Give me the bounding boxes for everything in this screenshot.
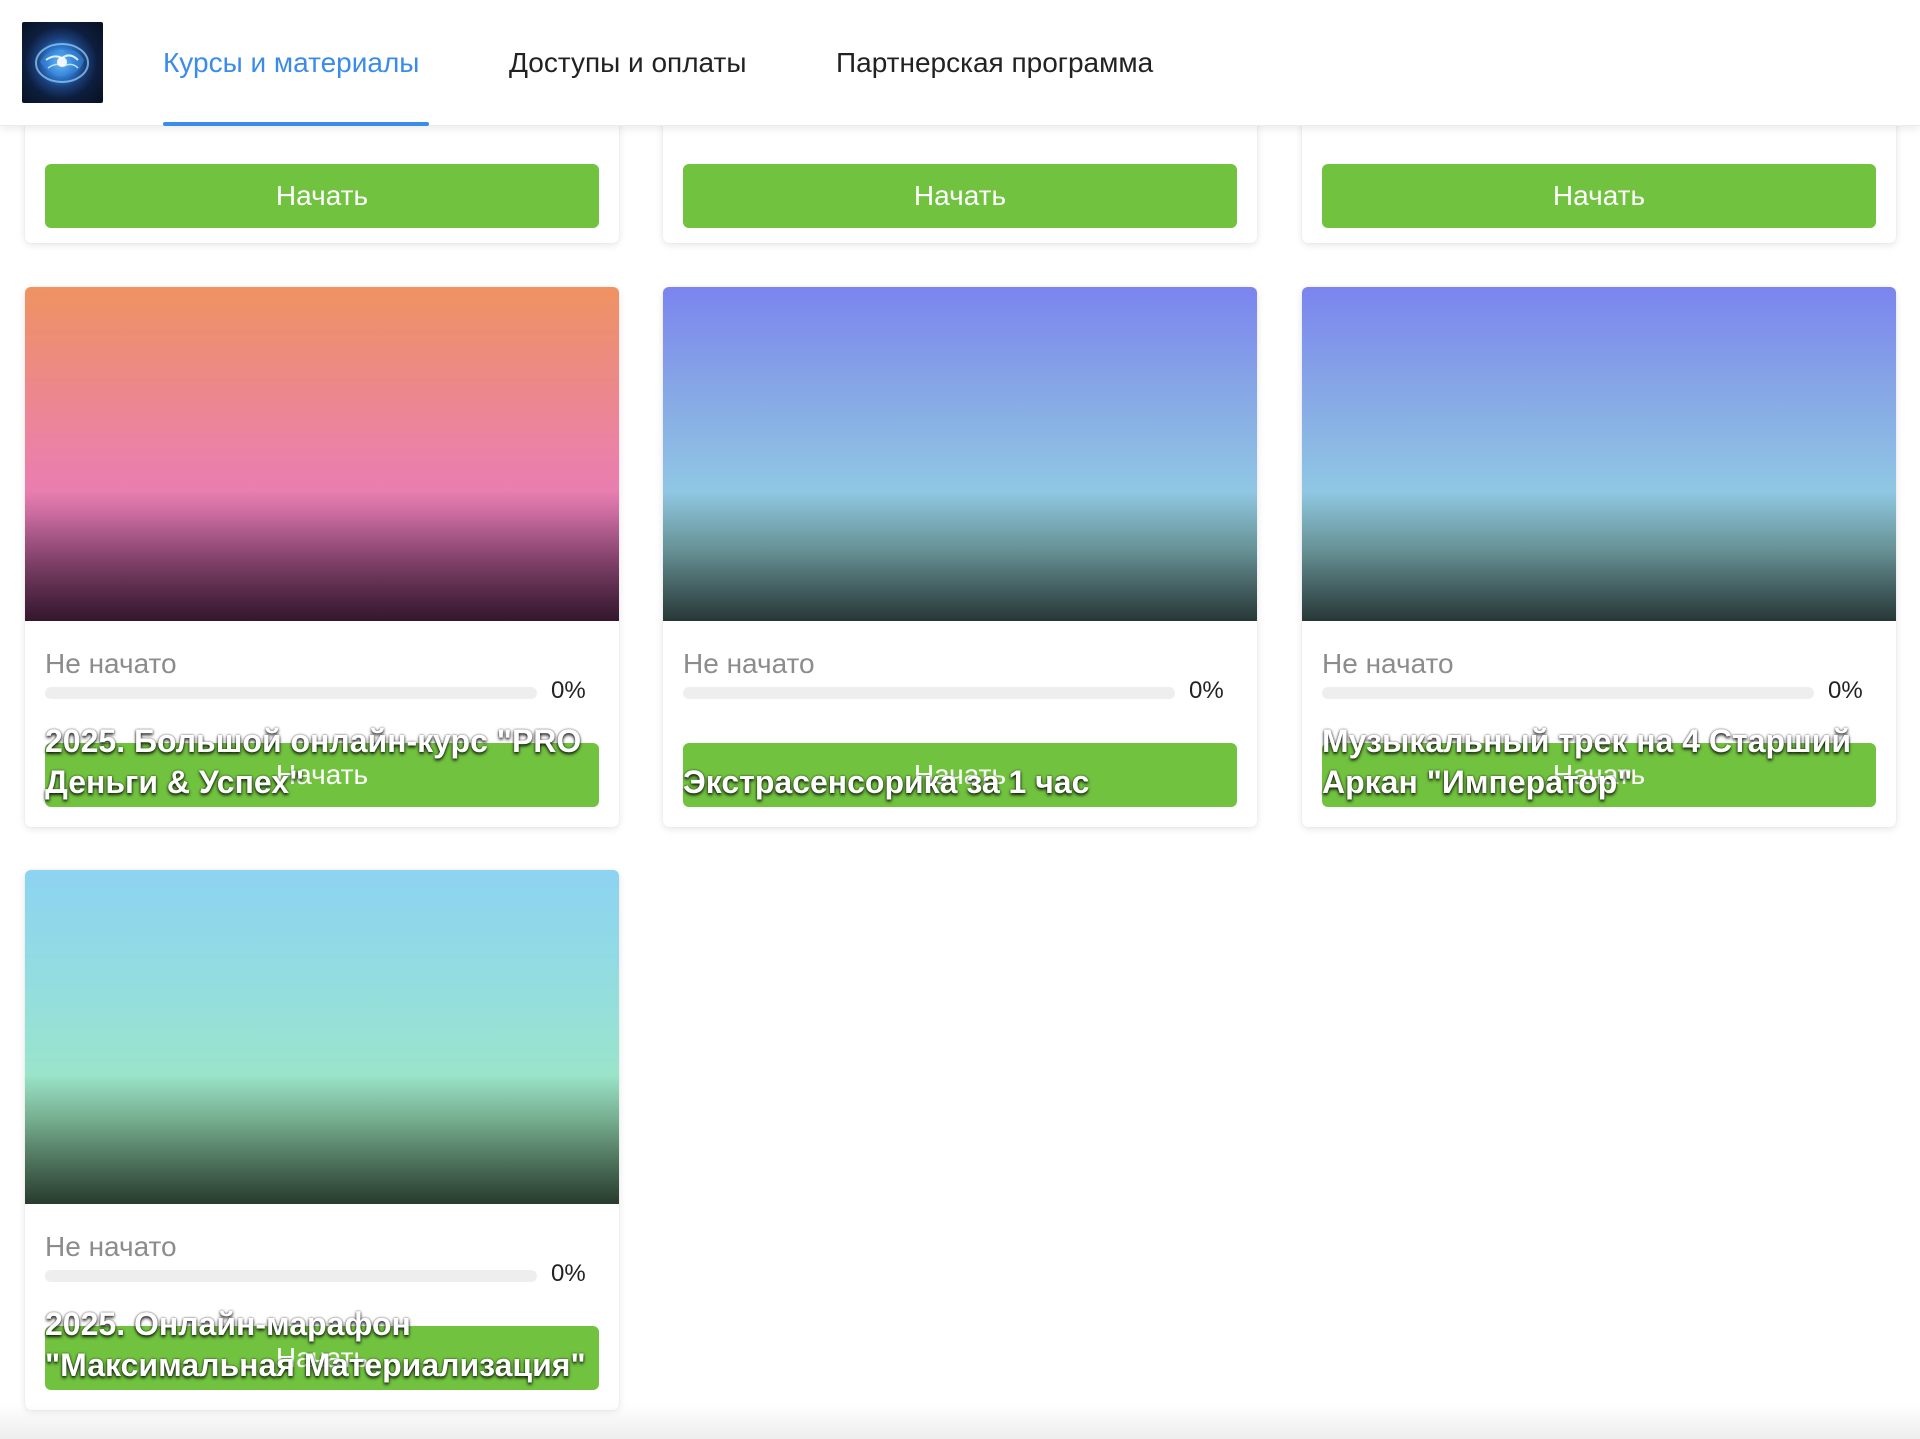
- course-card: Экстрасенсорика за 1 час Не начато 0% На…: [663, 287, 1257, 827]
- progress-percent: 0%: [1189, 677, 1224, 704]
- course-card: 2025. Большой онлайн-курс "PRO Деньги & …: [25, 287, 619, 827]
- progress-bar: [45, 687, 537, 699]
- logo-brain-image[interactable]: [22, 22, 103, 103]
- course-status: Не начато: [45, 1231, 177, 1262]
- tab-courses-and-materials[interactable]: Курсы и материалы: [163, 0, 429, 126]
- progress-bar: [683, 687, 1175, 699]
- progress-percent: 0%: [1828, 677, 1863, 704]
- course-status: Не начато: [683, 648, 815, 679]
- tab-label: Партнерская программа: [836, 47, 1154, 78]
- start-button[interactable]: Начать: [45, 164, 599, 228]
- start-button[interactable]: Начать: [683, 164, 1237, 228]
- progress-bar: [45, 1270, 537, 1282]
- course-title: Музыкальный трек на 4 Старший Аркан "Имп…: [1322, 723, 1852, 800]
- course-card: 2025. Онлайн-марафон "Максимальная Матер…: [25, 870, 619, 1410]
- start-button[interactable]: Начать: [1322, 164, 1876, 228]
- progress-percent: 0%: [551, 677, 586, 704]
- course-title: 2025. Онлайн-марафон "Максимальная Матер…: [45, 1306, 586, 1383]
- course-status: Не начато: [45, 648, 177, 679]
- course-title: 2025. Большой онлайн-курс "PRO Деньги & …: [45, 723, 582, 800]
- progress-bar: [1322, 687, 1814, 699]
- course-title: Экстрасенсорика за 1 час: [683, 764, 1090, 800]
- tab-partner-program[interactable]: Партнерская программа: [836, 0, 1153, 126]
- page: Курсы и материалы Доступы и оплаты Партн…: [0, 0, 1920, 1439]
- course-cover[interactable]: [1302, 287, 1896, 621]
- course-status: Не начато: [1322, 648, 1454, 679]
- course-cover[interactable]: [25, 287, 619, 621]
- progress-percent: 0%: [551, 1260, 586, 1287]
- tab-label: Курсы и материалы: [163, 47, 420, 78]
- course-cover[interactable]: [25, 870, 619, 1204]
- course-card: Музыкальный трек на 4 Старший Аркан "Имп…: [1302, 287, 1896, 827]
- top-navigation-bar: Курсы и материалы Доступы и оплаты Партн…: [0, 0, 1920, 126]
- course-cover[interactable]: [663, 287, 1257, 621]
- tab-access-and-payments[interactable]: Доступы и оплаты: [509, 0, 746, 126]
- tab-label: Доступы и оплаты: [509, 47, 747, 78]
